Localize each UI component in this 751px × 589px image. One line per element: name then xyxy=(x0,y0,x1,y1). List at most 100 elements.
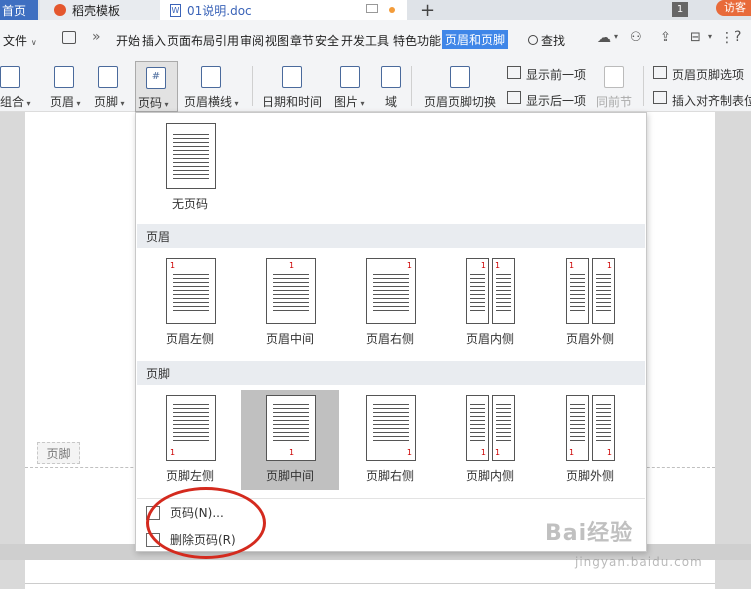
menu-bar: 文件 ∨ » 开始 插入 页面布局 引用 审阅 视图 章节 安全 开发工具 特色… xyxy=(0,20,751,60)
share-user-icon[interactable]: ⚇ xyxy=(630,30,642,45)
menu-special-features[interactable]: 特色功能 xyxy=(393,32,441,49)
chevron-down-icon: ▾ xyxy=(614,32,619,41)
menu-review-label: 审阅 xyxy=(240,34,265,48)
menu-start[interactable]: 开始 xyxy=(116,32,140,49)
section-header: 页眉 xyxy=(137,224,645,248)
option-header-center[interactable]: 1 页眉中间 xyxy=(241,253,339,353)
tab-document[interactable]: W 01说明.doc xyxy=(160,0,407,20)
share-icon[interactable]: ⇪ xyxy=(660,30,671,45)
field-button[interactable]: 域 xyxy=(385,93,397,110)
ribbon-toolbar: 组合 ▾ 页眉 ▾ 页脚 ▾ # 页码 ▾ 页眉横线 ▾ 日期和时间 图片 ▾ … xyxy=(0,60,751,112)
menu-file-label: 文件 xyxy=(3,34,28,48)
new-tab-button[interactable]: + xyxy=(420,0,442,21)
combo-button[interactable]: 组合 ▾ xyxy=(0,93,31,110)
menu-developer[interactable]: 开发工具 xyxy=(341,32,389,49)
more-chevrons-icon[interactable]: » xyxy=(92,29,101,45)
menu-start-label: 开始 xyxy=(116,34,141,48)
page-number-marker: 1 xyxy=(406,261,412,270)
monitor-icon[interactable] xyxy=(366,4,378,13)
header-footer-options-label: 页眉页脚选项 xyxy=(672,68,745,82)
header-line-label: 页眉横线 xyxy=(184,95,233,109)
date-time-button[interactable]: 日期和时间 xyxy=(262,93,322,110)
show-previous-button[interactable]: 显示前一项 xyxy=(526,66,586,83)
document-icon: W xyxy=(170,3,181,17)
page-number-marker: 1 xyxy=(289,261,295,270)
cloud-sync-icon[interactable]: ☁ xyxy=(597,30,611,46)
page-number-marker: 1 xyxy=(406,448,412,457)
watermark-url-text: jingyan.baidu.com xyxy=(575,555,703,569)
page-thumbnail-icon: 1 xyxy=(466,258,489,324)
option-footer-outside[interactable]: 1 1 页脚外侧 xyxy=(541,390,639,490)
option-header-inside[interactable]: 1 1 页眉内侧 xyxy=(441,253,539,353)
header-label: 页眉 xyxy=(50,95,75,109)
show-next-label: 显示后一项 xyxy=(526,94,587,108)
footer-label: 页脚 xyxy=(94,95,119,109)
menu-references[interactable]: 引用 xyxy=(215,32,239,49)
menu-special-features-label: 特色功能 xyxy=(393,34,442,48)
combo-label: 组合 xyxy=(0,95,25,109)
option-header-left[interactable]: 1 页眉左侧 xyxy=(141,253,239,353)
help-label: ? xyxy=(734,29,742,45)
chevron-down-icon: ▾ xyxy=(708,32,713,41)
insert-align-tab-label: 插入对齐制表位 xyxy=(672,94,751,108)
picture-button[interactable]: 图片 ▾ xyxy=(334,93,365,110)
option-footer-left[interactable]: 1 页脚左侧 xyxy=(141,390,239,490)
show-next-button[interactable]: 显示后一项 xyxy=(526,92,586,109)
menu-insert[interactable]: 插入 xyxy=(142,32,166,49)
footer-button[interactable]: 页脚 ▾ xyxy=(94,93,125,110)
menu-view[interactable]: 视图 xyxy=(265,32,289,49)
tab-home-label: 首页 xyxy=(2,3,27,18)
section-footer: 页脚 xyxy=(137,361,645,385)
page-thumbnail-icon: 1 xyxy=(566,258,589,324)
option-header-right[interactable]: 1 页眉右侧 xyxy=(341,253,439,353)
page-thumbnail-icon: 1 xyxy=(266,395,316,461)
show-previous-icon xyxy=(507,66,521,79)
menu-security[interactable]: 安全 xyxy=(315,32,339,49)
page-thumbnail-icon: 1 xyxy=(266,258,316,324)
toolbar-options-icon[interactable]: ⊟ xyxy=(690,30,701,45)
save-icon[interactable] xyxy=(62,31,76,44)
header-button[interactable]: 页眉 ▾ xyxy=(50,93,81,110)
option-footer-inside[interactable]: 1 1 页脚内侧 xyxy=(441,390,539,490)
option-footer-center[interactable]: 1 页脚中间 xyxy=(241,390,339,490)
menu-review[interactable]: 审阅 xyxy=(240,32,264,49)
tab-home[interactable]: 首页 xyxy=(0,0,38,20)
option-header-outside-label: 页眉外侧 xyxy=(565,332,614,346)
search-button[interactable]: 查找 xyxy=(528,32,565,49)
tab-daoke-templates[interactable]: 稻壳模板 xyxy=(40,0,160,20)
page-thumbnail-icon: 1 xyxy=(592,258,615,324)
option-no-page-number[interactable]: 无页码 xyxy=(141,118,239,218)
page-number-button[interactable]: # 页码 ▾ xyxy=(135,61,178,112)
page-number-marker: 1 xyxy=(289,448,295,457)
menu-header-footer[interactable]: 页眉和页脚 xyxy=(442,30,509,49)
header-line-button[interactable]: 页眉横线 ▾ xyxy=(184,93,239,110)
header-footer-options-button[interactable]: 页眉页脚选项 xyxy=(672,66,744,83)
calendar-icon xyxy=(282,66,302,88)
visitor-label: 访客 xyxy=(724,1,746,14)
daoke-logo-icon xyxy=(54,4,66,16)
tab-document-label: 01说明.doc xyxy=(187,3,252,18)
page-thumbnail-icon: 1 xyxy=(366,395,416,461)
footer-tag: 页脚 xyxy=(37,442,80,464)
menu-chapter[interactable]: 章节 xyxy=(290,32,314,49)
option-footer-right[interactable]: 1 页脚右侧 xyxy=(341,390,439,490)
menu-file[interactable]: 文件 ∨ xyxy=(3,32,37,49)
page-number-dropdown: 无页码 页眉 1 页眉左侧 1 页眉中间 1 页眉右侧 1 1 页眉内侧 1 1… xyxy=(135,112,647,552)
footer-tag-label: 页脚 xyxy=(46,446,71,461)
option-header-right-label: 页眉右侧 xyxy=(365,332,414,346)
option-header-outside[interactable]: 1 1 页眉外侧 xyxy=(541,253,639,353)
more-icon[interactable]: ⋮ xyxy=(720,30,734,46)
insert-align-tab-button[interactable]: 插入对齐制表位 xyxy=(672,92,751,109)
switch-header-footer-button[interactable]: 页眉页脚切换 xyxy=(424,93,496,110)
visitor-button[interactable]: 访客 xyxy=(716,0,751,16)
switch-header-footer-label: 页眉页脚切换 xyxy=(424,95,497,109)
help-button[interactable]: ? xyxy=(734,29,741,45)
page-thumbnail-icon: 1 xyxy=(366,258,416,324)
window-count-badge[interactable]: 1 xyxy=(672,2,688,17)
align-tab-icon xyxy=(653,91,667,104)
same-as-previous-button[interactable]: 同前节 xyxy=(596,93,632,110)
date-time-label: 日期和时间 xyxy=(262,95,323,109)
page-thumbnail-icon: 1 xyxy=(166,395,216,461)
menu-page-layout[interactable]: 页面布局 xyxy=(167,32,215,49)
show-previous-label: 显示前一项 xyxy=(526,68,587,82)
